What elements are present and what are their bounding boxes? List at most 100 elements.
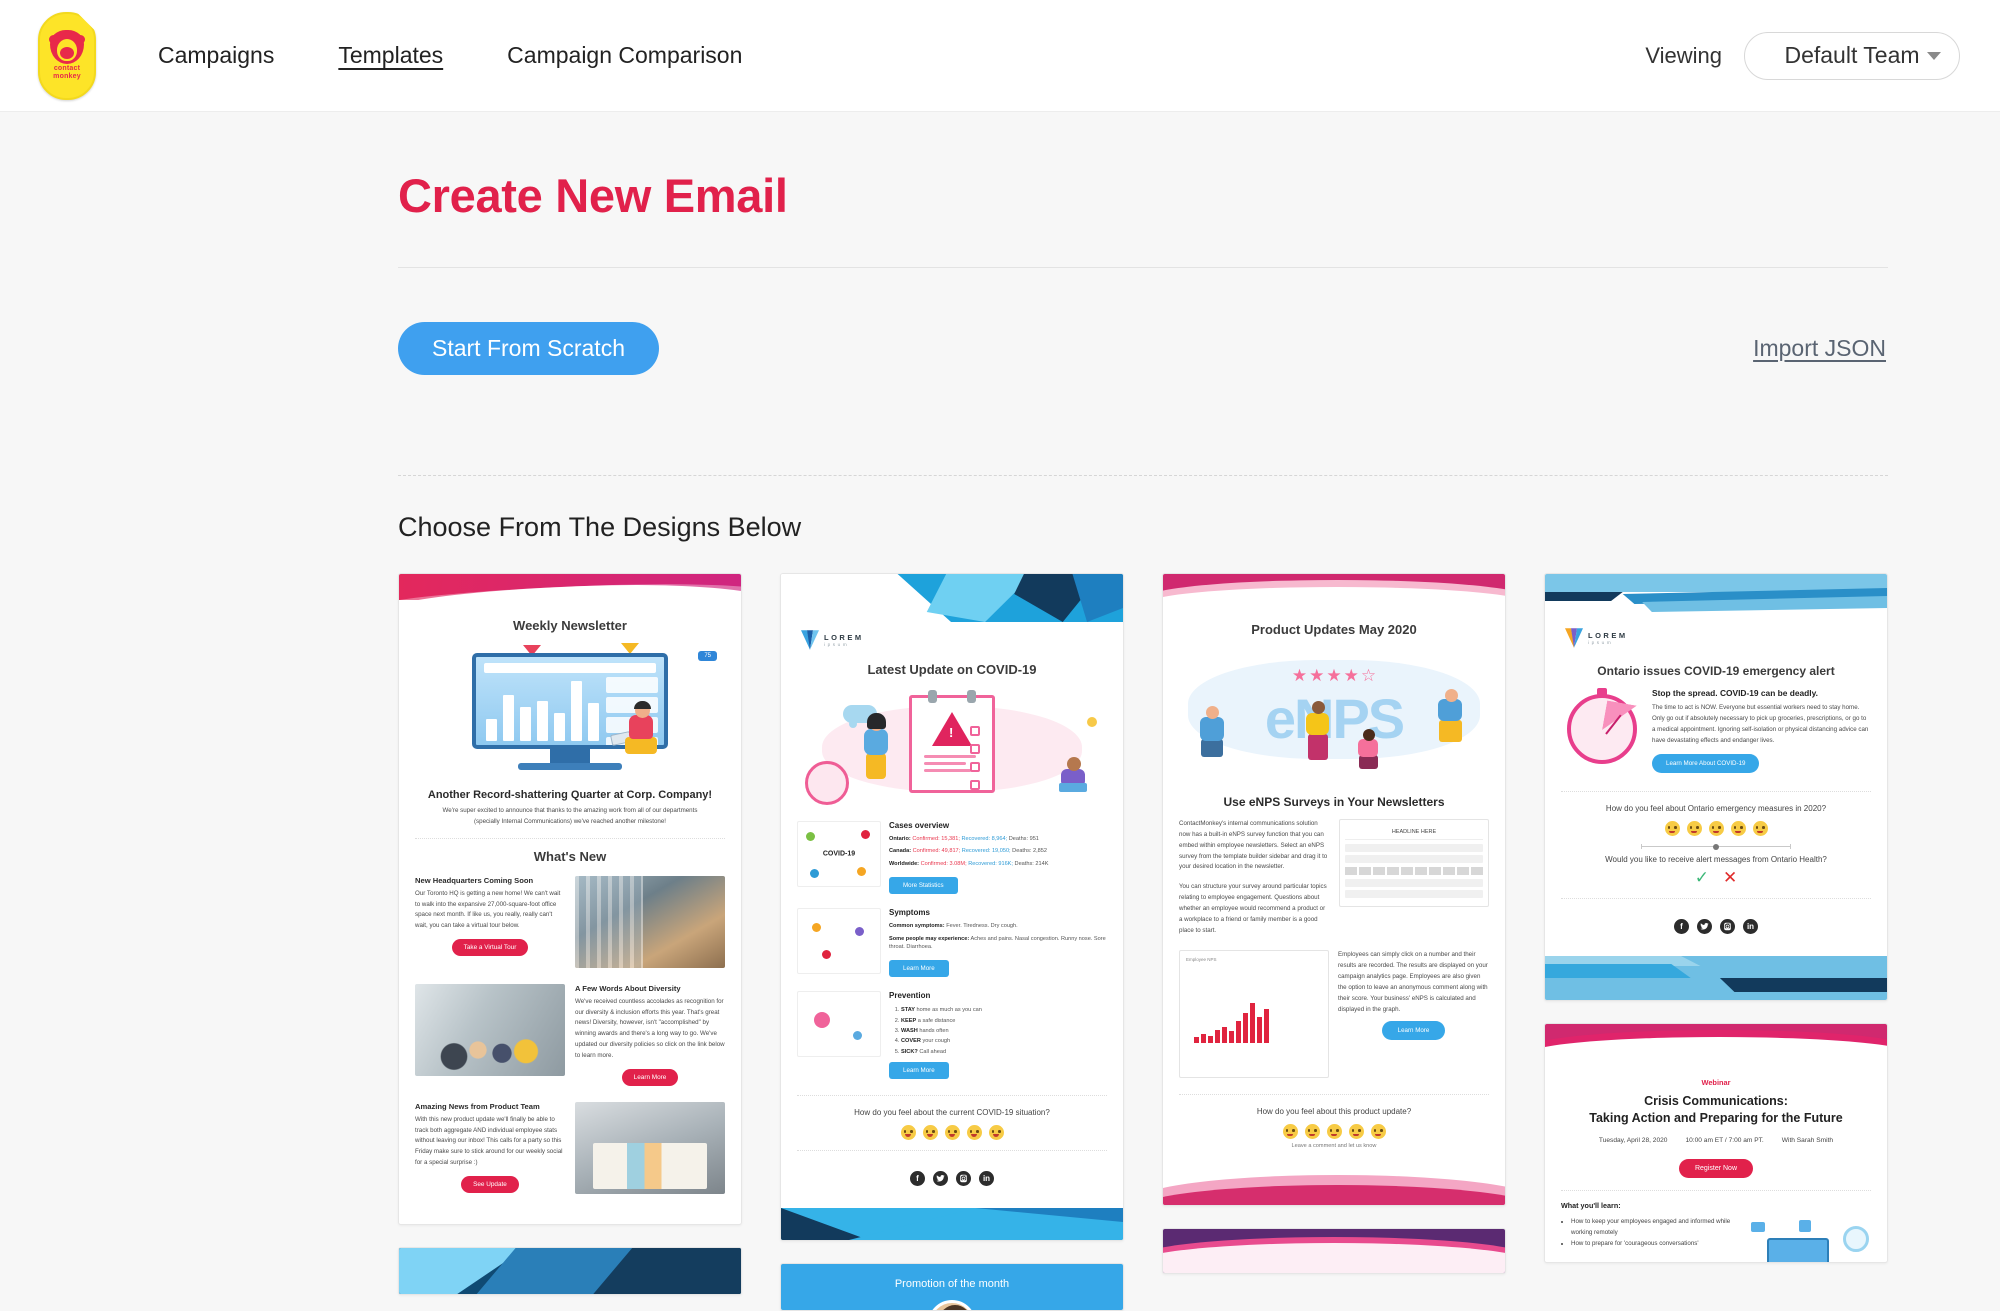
- template-column-3: Product Updates May 2020 ★★★★☆ eNPS: [1162, 573, 1506, 1311]
- cross-icon[interactable]: ✕: [1723, 868, 1737, 888]
- emoji-rating-5[interactable]: [1370, 1124, 1386, 1140]
- linkedin-icon[interactable]: in: [1743, 919, 1758, 935]
- ontario-learn-more-button[interactable]: Learn More About COVID-19: [1652, 754, 1760, 774]
- item2-cta-button[interactable]: Learn More: [621, 1068, 679, 1086]
- emoji-rating-4[interactable]: [1730, 821, 1746, 837]
- ontario-recovered: Recovered: 8,964;: [961, 836, 1008, 842]
- more-statistics-button[interactable]: More Statistics: [889, 877, 958, 895]
- team-switcher: Viewing Default Team: [1645, 31, 1960, 80]
- symptoms-some-row: Some people may experience: Aches and pa…: [889, 935, 1107, 952]
- emoji-rating-2[interactable]: [1304, 1124, 1320, 1140]
- emoji-rating-3[interactable]: [944, 1125, 960, 1141]
- team-select-dropdown[interactable]: Default Team: [1744, 31, 1960, 80]
- emoji-rating-2[interactable]: [1686, 821, 1702, 837]
- prevention-learn-more-button[interactable]: Learn More: [889, 1062, 949, 1080]
- symptoms-common-row: Common symptoms: Fever. Tiredness. Dry c…: [889, 922, 1107, 930]
- worldwide-deaths: Deaths: 214K: [1014, 860, 1049, 867]
- emoji-rating-4[interactable]: [966, 1125, 982, 1141]
- enps-section-1: ContactMonkey's internal communications …: [1179, 819, 1489, 936]
- emoji-rating-1[interactable]: [900, 1125, 916, 1141]
- template-column-4: LOREM ipsum Ontario issues COVID-19 emer…: [1544, 573, 1888, 1311]
- nav-item-campaigns[interactable]: Campaigns: [158, 38, 274, 73]
- template-card-webinar[interactable]: Webinar Crisis Communications: Taking Ac…: [1544, 1023, 1888, 1264]
- ontario-question-2: Would you like to receive alert messages…: [1605, 855, 1827, 865]
- webinar-illustration: [1751, 1216, 1871, 1263]
- item3-cta-button[interactable]: See Update: [461, 1175, 519, 1193]
- instagram-icon[interactable]: [1720, 919, 1735, 935]
- template-card-blue-angular[interactable]: [398, 1246, 742, 1295]
- contactmonkey-logo[interactable]: contact monkey: [38, 11, 96, 100]
- newsletter-hero-badge: 75: [698, 651, 717, 661]
- template-card-purple-wave[interactable]: [1162, 1228, 1506, 1275]
- webinar-title-line1: Crisis Communications:: [1644, 1094, 1788, 1109]
- emoji-rating-4[interactable]: [1348, 1124, 1364, 1140]
- ontario-confirmed: Confirmed: 15,381;: [912, 836, 960, 842]
- twitter-icon[interactable]: [1697, 919, 1712, 935]
- template-column-1: Weekly Newsletter 75 Another Record-shat…: [398, 573, 742, 1311]
- emoji-rating-5[interactable]: [1752, 821, 1768, 837]
- facebook-icon[interactable]: f: [910, 1171, 925, 1187]
- covid-hero-illustration: [797, 683, 1107, 813]
- webinar-label: Webinar: [1701, 1078, 1731, 1088]
- enps-chart-caption: Employee NPS: [1186, 957, 1217, 963]
- emoji-rating-1[interactable]: [1282, 1124, 1298, 1140]
- card-footer-blue-poly: [781, 1208, 1123, 1241]
- covid-prevention-section: Prevention STAY home as much as you can …: [797, 991, 1107, 1080]
- twitter-icon[interactable]: [933, 1171, 948, 1187]
- check-icon[interactable]: ✓: [1695, 868, 1709, 888]
- template-card-covid-update[interactable]: LOREM ipsum Latest Update on COVID-19 ! …: [780, 573, 1124, 1242]
- prevention-item: KEEP a safe distance: [901, 1016, 1107, 1026]
- blue-band-graphic: [1545, 574, 1887, 612]
- prevention-image: [797, 991, 881, 1058]
- ontario-slider[interactable]: [1561, 843, 1871, 850]
- nav-item-campaign-comparison[interactable]: Campaign Comparison: [507, 38, 742, 73]
- template-card-promotion[interactable]: Promotion of the month: [780, 1263, 1124, 1311]
- facebook-icon[interactable]: f: [1674, 919, 1689, 935]
- covid-survey-question: How do you feel about the current COVID-…: [854, 1108, 1050, 1118]
- template-card-ontario-alert[interactable]: LOREM ipsum Ontario issues COVID-19 emer…: [1544, 573, 1888, 1002]
- template-grid: Weekly Newsletter 75 Another Record-shat…: [398, 573, 1888, 1311]
- webinar-register-button[interactable]: Register Now: [1678, 1159, 1753, 1179]
- symptoms-learn-more-button[interactable]: Learn More: [889, 960, 949, 978]
- symptoms-image: [797, 908, 881, 975]
- enps-star-rating: ★ ★ ★ ★ ☆: [1291, 666, 1377, 685]
- start-from-scratch-button[interactable]: Start From Scratch: [398, 322, 659, 375]
- page-body: Create New Email Start From Scratch Impo…: [0, 112, 2000, 1311]
- enps-hero-illustration: ★ ★ ★ ★ ☆ eNPS: [1179, 643, 1489, 781]
- action-row: Start From Scratch Import JSON: [398, 268, 1888, 431]
- page-title: Create New Email: [398, 169, 788, 222]
- prevention-item: SICK? Call ahead: [901, 1047, 1107, 1057]
- template-card-product-updates[interactable]: Product Updates May 2020 ★★★★☆ eNPS: [1162, 573, 1506, 1207]
- webinar-meta: Tuesday, April 28, 2020 10:00 am ET / 7:…: [1561, 1137, 1871, 1144]
- cases-row-worldwide: Worldwide: Confirmed: 3.08M; Recovered: …: [889, 860, 1107, 868]
- emoji-rating-5[interactable]: [988, 1125, 1004, 1141]
- emoji-rating-3[interactable]: [1326, 1124, 1342, 1140]
- covid-symptoms-section: Symptoms Common symptoms: Fever. Tiredne…: [797, 908, 1107, 978]
- enps-wordmark: eNPS: [1264, 687, 1405, 750]
- emoji-rating-3[interactable]: [1708, 821, 1724, 837]
- logo-wordmark-line1: contact: [53, 65, 81, 72]
- card-banner-webinar-wave: [1545, 1024, 1887, 1059]
- card-banner-blue-band: [1545, 574, 1887, 612]
- mock-headline: HEADLINE HERE: [1345, 825, 1483, 840]
- emoji-rating-2[interactable]: [922, 1125, 938, 1141]
- cases-row-ontario: Ontario: Confirmed: 15,381; Recovered: 8…: [889, 835, 1107, 843]
- chevron-down-icon: [1927, 51, 1941, 60]
- nav-item-templates[interactable]: Templates: [338, 38, 443, 73]
- monkey-mascot-icon: [49, 30, 85, 64]
- ontario-yes-no: ✓ ✕: [1561, 868, 1871, 888]
- card-banner-blue-angular: [399, 1247, 741, 1294]
- linkedin-icon[interactable]: in: [979, 1171, 994, 1187]
- instagram-icon[interactable]: [956, 1171, 971, 1187]
- newsletter-headline: Another Record-shattering Quarter at Cor…: [427, 789, 713, 801]
- import-json-link[interactable]: Import JSON: [1753, 335, 1886, 362]
- item1-cta-button[interactable]: Take a Virtual Tour: [451, 939, 529, 957]
- webinar-learn-item: How to keep your employees engaged and i…: [1571, 1216, 1743, 1238]
- ontario-body-text: The time to act is NOW. Everyone but ess…: [1652, 704, 1869, 744]
- template-card-weekly-newsletter[interactable]: Weekly Newsletter 75 Another Record-shat…: [398, 573, 742, 1225]
- canada-confirmed: Confirmed: 49,817;: [912, 848, 961, 855]
- enps-survey-question: How do you feel about this product updat…: [1256, 1107, 1412, 1117]
- whats-new-heading: What's New: [533, 848, 607, 864]
- emoji-rating-1[interactable]: [1664, 821, 1680, 837]
- enps-learn-more-button[interactable]: Learn More: [1381, 1020, 1446, 1040]
